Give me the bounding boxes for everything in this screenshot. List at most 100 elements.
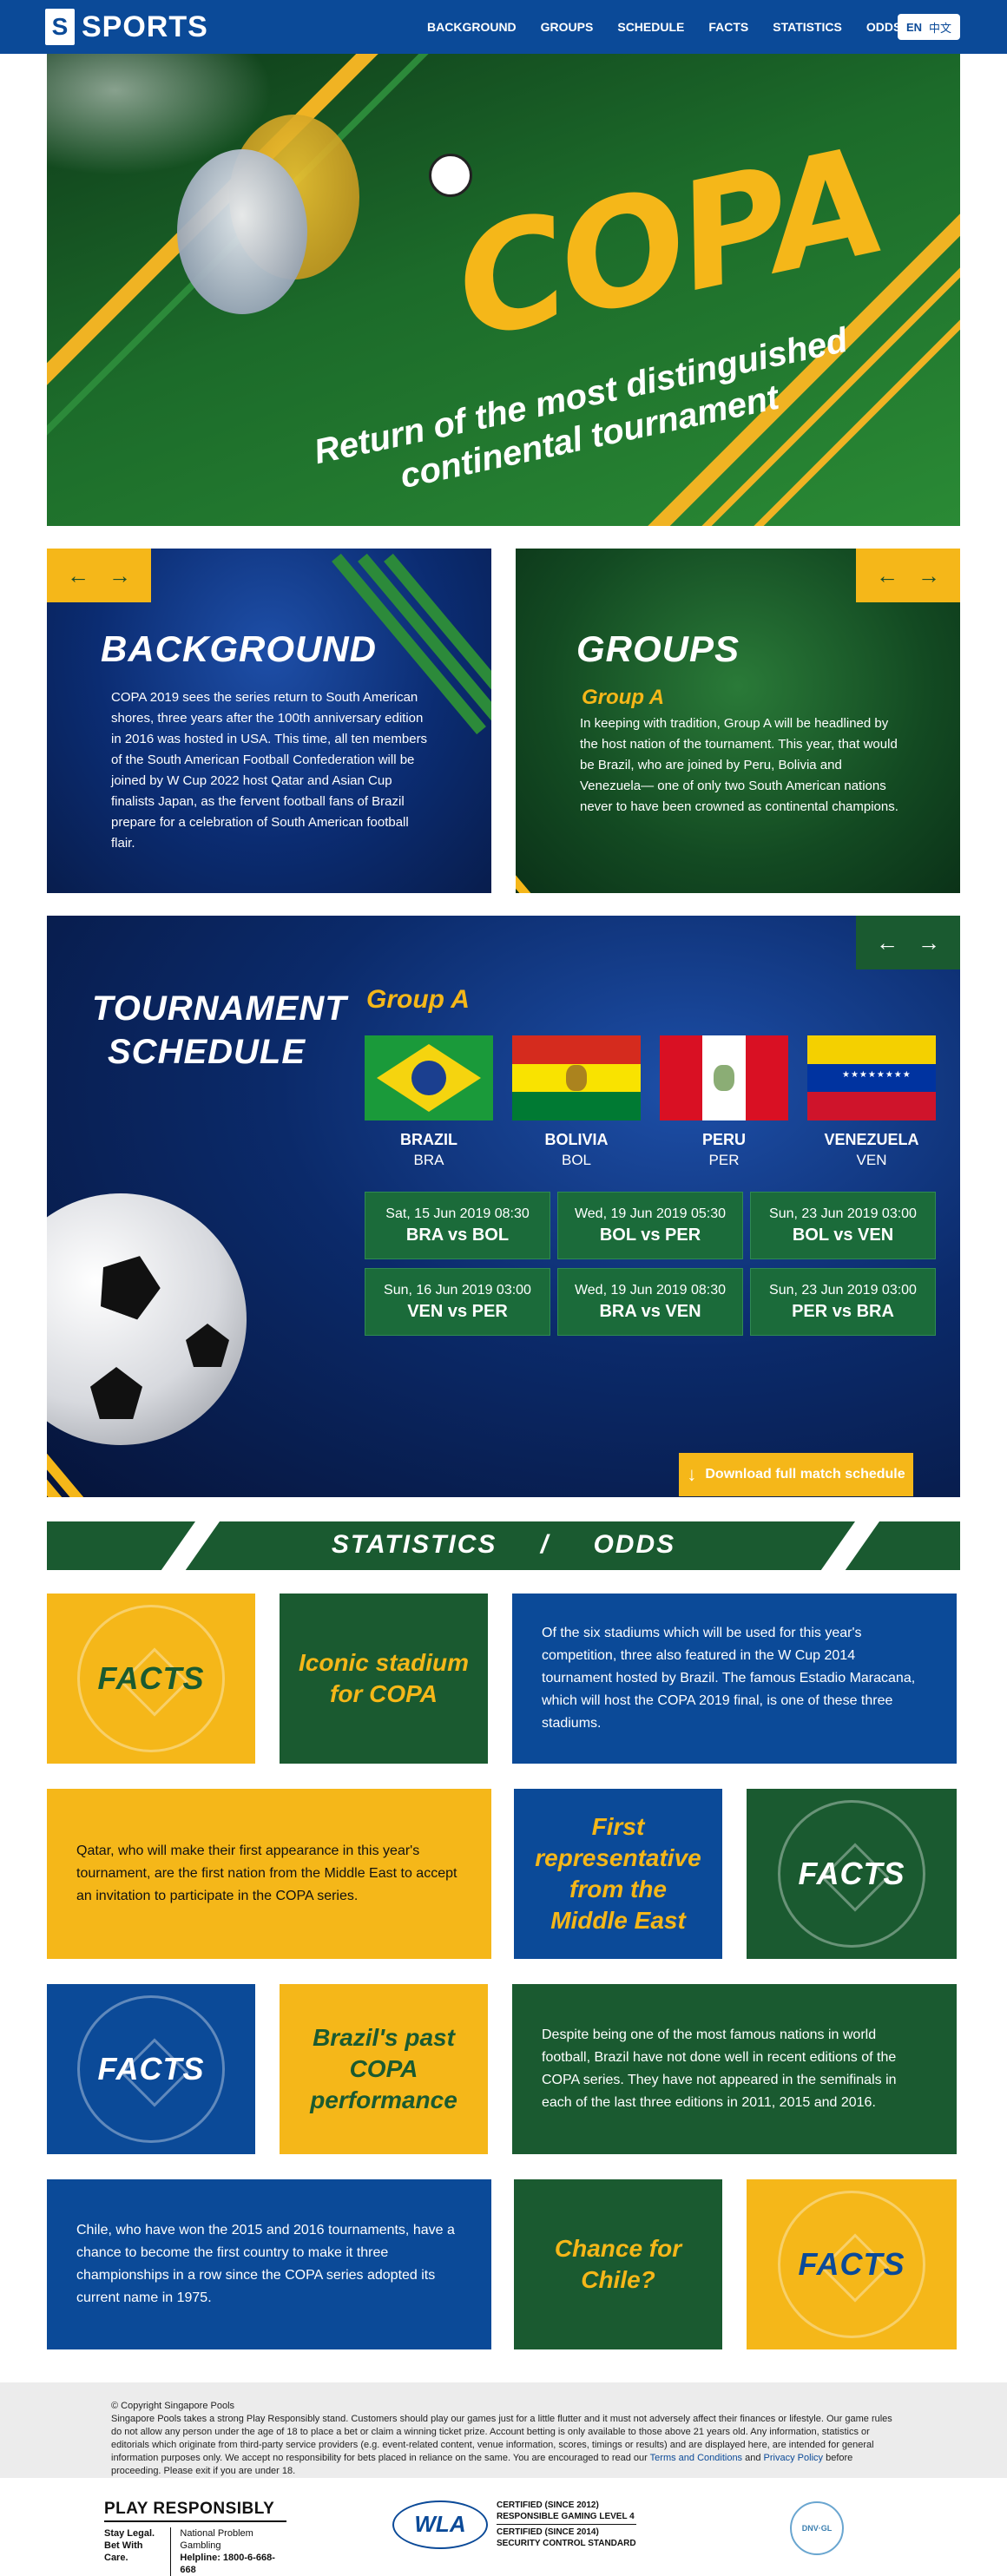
match-card[interactable]: Sun, 23 Jun 2019 03:00 PER vs BRA	[750, 1268, 936, 1336]
stats-odds-bar: STATISTICS / ODDS	[47, 1521, 960, 1570]
facts-tile: FACTS	[747, 2179, 957, 2349]
team-name: BOLIVIA	[544, 1131, 609, 1148]
match-teams: BOL vs PER	[599, 1226, 701, 1245]
fact-text-tile: Chile, who have won the 2015 and 2016 to…	[47, 2179, 491, 2349]
soccer-ball-icon	[429, 154, 472, 197]
schedule-group: Group A	[366, 985, 470, 1014]
groups-text: In keeping with tradition, Group A will …	[580, 716, 898, 814]
schedule-title-line1: TOURNAMENT	[92, 989, 347, 1028]
facts-label: FACTS	[97, 1660, 205, 1696]
logo-text: SPORTS	[82, 10, 208, 43]
fact-text: Of the six stadiums which will be used f…	[542, 1626, 916, 1731]
arrow-right-icon[interactable]: →	[109, 562, 131, 589]
team-name: PERU	[701, 1131, 746, 1148]
match-teams: PER vs BRA	[792, 1302, 894, 1321]
match-date: Wed, 19 Jun 2019 05:30	[574, 1206, 727, 1221]
main-menu: BACKGROUND GROUPS SCHEDULE FACTS STATIST…	[415, 0, 913, 54]
fact-heading: Brazil's past COPA performance	[310, 2024, 457, 2113]
stats-odds-title: STATISTICS / ODDS	[47, 1530, 960, 1560]
match-teams: BRA vs BOL	[405, 1226, 510, 1245]
soccer-ball-icon	[47, 1193, 247, 1445]
arrow-left-icon[interactable]: ←	[67, 562, 89, 589]
schedule-title-line2: SCHEDULE	[108, 1033, 306, 1071]
match-date: Sun, 16 Jun 2019 03:00	[384, 1283, 531, 1298]
facts-tile: FACTS	[47, 1984, 255, 2154]
facts-tile: FACTS	[747, 1789, 957, 1959]
terms-link[interactable]: Terms and Conditions	[650, 2453, 742, 2463]
download-schedule-button[interactable]: ↓ Download full match schedule	[679, 1453, 913, 1496]
facts-tile: FACTS	[47, 1594, 255, 1764]
facts-label: FACTS	[798, 1856, 905, 1891]
fact-heading: Chance for Chile?	[554, 2235, 682, 2293]
wla-logo: WLA	[392, 2500, 488, 2549]
background-card: ← → BACKGROUND COPA 2019 sees the series…	[47, 549, 491, 893]
arrow-right-icon[interactable]: →	[918, 930, 940, 956]
pr-helpline1: National Problem Gambling	[180, 2528, 253, 2551]
dnv-gl-seal-icon: DNV·GL	[790, 2501, 844, 2555]
match-date: Sun, 23 Jun 2019 03:00	[769, 1283, 917, 1298]
match-card[interactable]: Sun, 23 Jun 2019 03:00 BOL vs VEN	[750, 1192, 936, 1259]
schedule-section: ← → TOURNAMENT SCHEDULE Group A ★★★★★★★★…	[47, 916, 960, 1497]
background-text: COPA 2019 sees the series return to Sout…	[111, 690, 428, 851]
match-date: Sat, 15 Jun 2019 08:30	[385, 1206, 530, 1221]
pr-helpline2: Helpline: 1800-6-668-668	[180, 2553, 275, 2575]
team-code: VEN	[856, 1152, 887, 1168]
match-card[interactable]: Sat, 15 Jun 2019 08:30 BRA vs BOL	[365, 1192, 550, 1259]
background-title: BACKGROUND	[101, 628, 377, 669]
arrow-down-icon: ↓	[687, 1463, 697, 1485]
nav-statistics[interactable]: STATISTICS	[760, 20, 854, 34]
player-image	[177, 149, 307, 314]
facts-label: FACTS	[798, 2246, 905, 2282]
match-card[interactable]: Sun, 16 Jun 2019 03:00 VEN vs PER	[365, 1268, 550, 1336]
fact-text-tile: Qatar, who will make their first appeara…	[47, 1789, 491, 1959]
match-card[interactable]: Wed, 19 Jun 2019 05:30 BOL vs PER	[557, 1192, 743, 1259]
fact-heading-tile: Iconic stadium for COPA	[280, 1594, 488, 1764]
facts-label: FACTS	[97, 2051, 205, 2086]
nav-background[interactable]: BACKGROUND	[415, 20, 529, 34]
disclaimer-text: © Copyright Singapore Pools Singapore Po…	[111, 2400, 892, 2478]
site-logo[interactable]: S SPORTS	[45, 9, 208, 45]
match-card[interactable]: Wed, 19 Jun 2019 08:30 BRA vs VEN	[557, 1268, 743, 1336]
privacy-link[interactable]: Privacy Policy	[764, 2453, 823, 2463]
team-code: PER	[708, 1152, 740, 1168]
lang-en[interactable]: EN	[906, 21, 922, 34]
hero-banner: COPA Return of the most distinguished co…	[47, 54, 960, 526]
odds-link[interactable]: ODDS	[593, 1530, 675, 1559]
and-text: and	[745, 2453, 761, 2463]
fact-heading: Iconic stadium for COPA	[298, 1649, 470, 1707]
match-date: Sun, 23 Jun 2019 03:00	[769, 1206, 917, 1221]
fact-heading: First representative from the Middle Eas…	[535, 1813, 701, 1934]
fact-heading-tile: Brazil's past COPA performance	[280, 1984, 488, 2154]
match-date: Wed, 19 Jun 2019 08:30	[574, 1283, 727, 1298]
groups-arrows: ← →	[856, 549, 960, 602]
statistics-link[interactable]: STATISTICS	[332, 1530, 497, 1559]
team-code: BRA	[413, 1152, 444, 1168]
language-switch: EN 中文	[898, 14, 960, 40]
wla-certification: WLA CERTIFIED (SINCE 2012) RESPONSIBLE G…	[392, 2498, 636, 2551]
nav-schedule[interactable]: SCHEDULE	[605, 20, 696, 34]
bolivia-flag-icon	[512, 1035, 641, 1120]
stripe	[516, 844, 557, 893]
match-teams: BOL vs VEN	[792, 1226, 894, 1245]
nav-groups[interactable]: GROUPS	[529, 20, 606, 34]
team-name: BRAZIL	[400, 1131, 457, 1148]
nav-facts[interactable]: FACTS	[696, 20, 760, 34]
arrow-right-icon[interactable]: →	[918, 562, 940, 589]
groups-card: ← → GROUPS Group A In keeping with tradi…	[516, 549, 960, 893]
logo-mark: S	[45, 9, 75, 45]
copyright: © Copyright Singapore Pools	[111, 2401, 235, 2411]
pr-title: PLAY RESPONSIBLY	[104, 2500, 286, 2522]
cert2a: CERTIFIED (SINCE 2014)	[497, 2527, 599, 2537]
arrow-left-icon[interactable]: ←	[876, 562, 898, 589]
match-teams: VEN vs PER	[407, 1302, 508, 1321]
background-arrows: ← →	[47, 549, 151, 602]
footer-disclaimer: © Copyright Singapore Pools Singapore Po…	[0, 2382, 1007, 2478]
fact-heading-tile: First representative from the Middle Eas…	[514, 1789, 722, 1959]
fact-heading-tile: Chance for Chile?	[514, 2179, 722, 2349]
brazil-flag-icon	[365, 1035, 493, 1120]
lang-zh[interactable]: 中文	[929, 19, 951, 36]
stats-odds-separator: /	[540, 1530, 550, 1559]
arrow-left-icon[interactable]: ←	[876, 930, 898, 956]
wla-certs: CERTIFIED (SINCE 2012) RESPONSIBLE GAMIN…	[497, 2498, 636, 2551]
groups-subtitle: Group A	[582, 686, 665, 709]
